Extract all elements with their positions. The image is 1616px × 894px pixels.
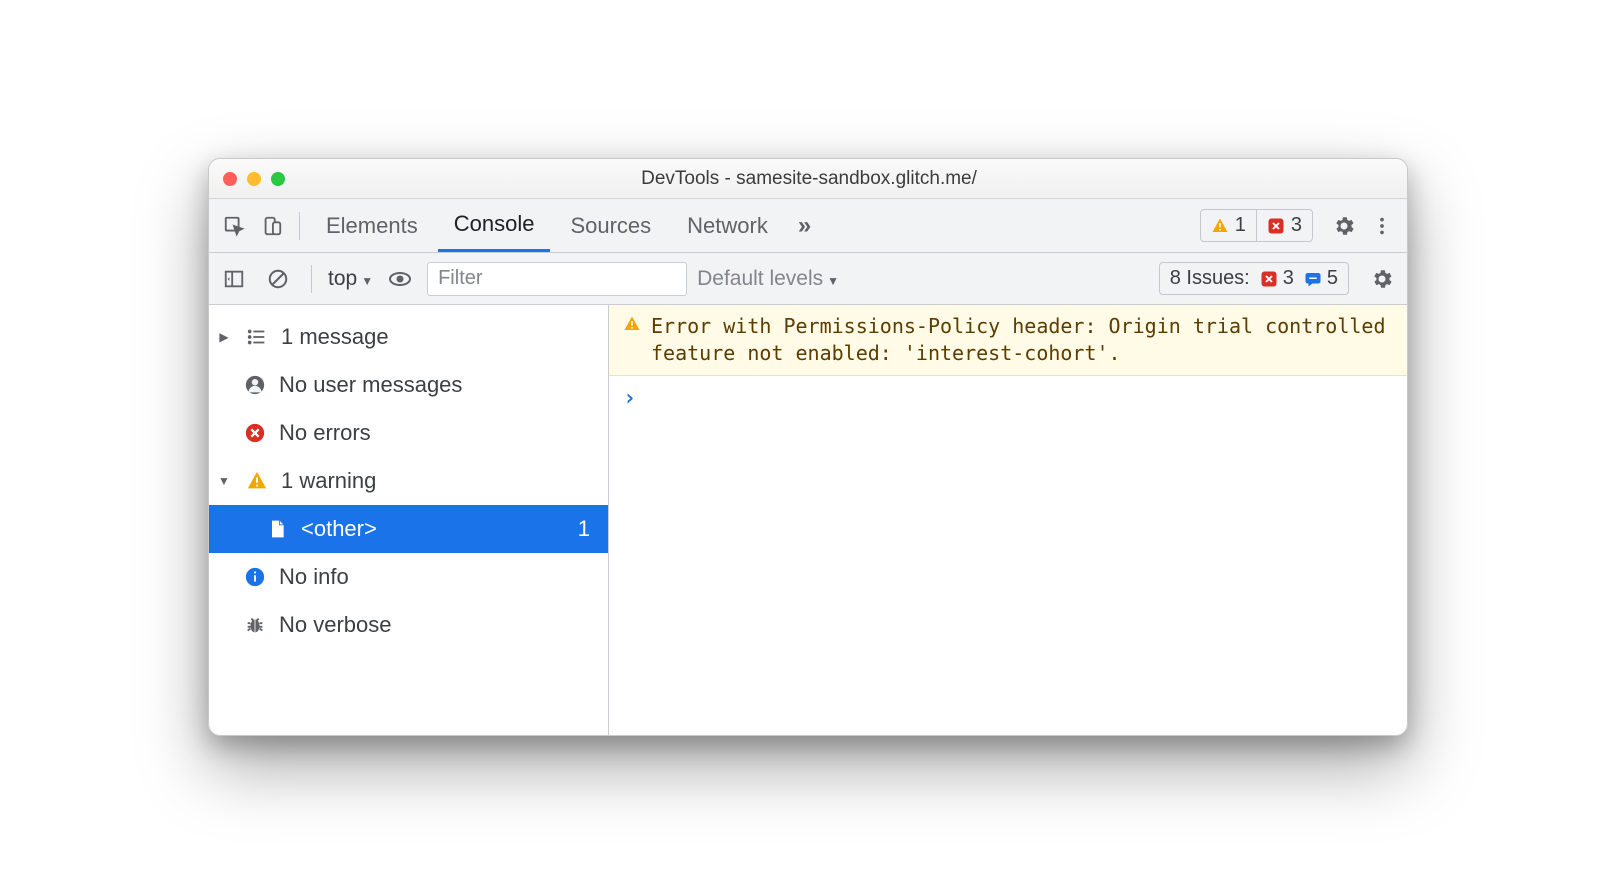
sidebar-item-label: No verbose [279,612,392,638]
settings-icon[interactable] [1327,209,1361,243]
warnings-badge[interactable]: 1 [1201,210,1256,241]
console-warning-row[interactable]: Error with Permissions-Policy header: Or… [609,305,1407,376]
divider [311,265,312,293]
sidebar-item-label: 1 warning [281,468,376,494]
filter-input[interactable] [427,262,687,296]
status-badges[interactable]: 1 3 [1200,209,1313,242]
issues-button[interactable]: 8 Issues: 3 5 [1159,262,1349,295]
console-body: 1 message No user messages No errors [209,305,1407,735]
sidebar-item-count: 1 [578,516,598,542]
bug-icon [241,614,269,636]
user-icon [241,374,269,396]
sidebar-item-label: No info [279,564,349,590]
sidebar-item-other[interactable]: <other> 1 [209,505,608,553]
warnings-count: 1 [1235,214,1246,237]
window-title: DevTools - samesite-sandbox.glitch.me/ [225,168,1393,190]
warning-icon [623,315,641,367]
sidebar-item-info[interactable]: No info [209,553,608,601]
toggle-sidebar-icon[interactable] [217,262,251,296]
issues-info-count: 5 [1327,267,1338,290]
console-output: Error with Permissions-Policy header: Or… [609,305,1407,735]
chevron-down-icon [361,267,373,291]
clear-console-icon[interactable] [261,262,295,296]
console-sidebar: 1 message No user messages No errors [209,305,609,735]
caret-right-icon [215,330,233,344]
sidebar-item-label: No user messages [279,372,462,398]
sidebar-item-warnings[interactable]: 1 warning [209,457,608,505]
sidebar-item-verbose[interactable]: No verbose [209,601,608,649]
error-icon [241,422,269,444]
sidebar-item-label: 1 message [281,324,389,350]
prompt-glyph: › [623,386,636,411]
warning-icon [243,470,271,492]
tab-console[interactable]: Console [438,199,551,252]
context-selector[interactable]: top [328,267,373,291]
issues-errors-chip: 3 [1260,267,1294,290]
console-settings-icon[interactable] [1365,262,1399,296]
file-icon [263,518,291,540]
errors-count: 3 [1291,214,1302,237]
sidebar-item-label: No errors [279,420,371,446]
levels-label: Default levels [697,267,823,291]
console-prompt[interactable]: › [609,376,1407,421]
console-message-text: Error with Permissions-Policy header: Or… [651,313,1393,367]
inspect-element-icon[interactable] [217,209,251,243]
info-icon [241,566,269,588]
sidebar-item-user[interactable]: No user messages [209,361,608,409]
main-tabbar: Elements Console Sources Network » 1 3 [209,199,1407,253]
issues-errors-count: 3 [1283,267,1294,290]
tab-network[interactable]: Network [671,199,784,252]
divider [299,212,300,240]
log-levels-select[interactable]: Default levels [697,267,839,291]
errors-badge[interactable]: 3 [1256,210,1312,241]
sidebar-item-messages[interactable]: 1 message [209,313,608,361]
live-expression-icon[interactable] [383,262,417,296]
kebab-menu-icon[interactable] [1365,209,1399,243]
titlebar: DevTools - samesite-sandbox.glitch.me/ [209,159,1407,199]
tab-elements[interactable]: Elements [310,199,434,252]
console-toolbar: top Default levels 8 Issues: 3 5 [209,253,1407,305]
device-toggle-icon[interactable] [255,209,289,243]
sidebar-item-errors[interactable]: No errors [209,409,608,457]
issues-label: 8 Issues: [1170,267,1250,290]
tabs-overflow-icon[interactable]: » [788,212,821,240]
chevron-down-icon [827,267,839,291]
tab-sources[interactable]: Sources [554,199,667,252]
caret-down-icon [215,474,233,488]
issues-info-chip: 5 [1304,267,1338,290]
sidebar-item-label: <other> [301,516,377,542]
list-icon [243,326,271,348]
devtools-window: DevTools - samesite-sandbox.glitch.me/ E… [208,158,1408,736]
context-label: top [328,267,357,291]
